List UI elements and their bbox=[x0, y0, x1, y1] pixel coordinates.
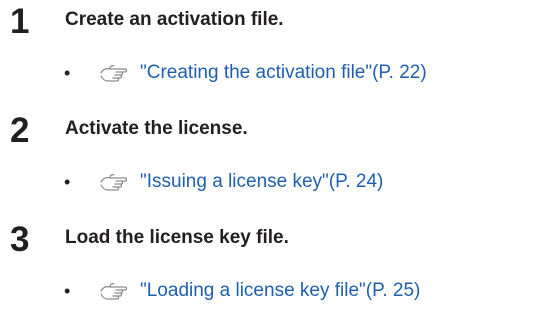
step-title: Create an activation file. bbox=[65, 9, 284, 30]
reference-hand-icon bbox=[100, 283, 128, 300]
bullet-icon: • bbox=[64, 281, 71, 301]
bullet-icon: • bbox=[64, 172, 71, 192]
reference-link[interactable]: "Loading a license key file"(P. 25) bbox=[140, 278, 420, 304]
step-title: Load the license key file. bbox=[65, 227, 289, 248]
step-number: 3 bbox=[10, 220, 30, 259]
reference-link[interactable]: "Issuing a license key"(P. 24) bbox=[140, 169, 383, 195]
reference-hand-icon bbox=[100, 174, 128, 191]
step-number: 1 bbox=[10, 2, 30, 41]
step-title: Activate the license. bbox=[65, 118, 248, 139]
step-number: 2 bbox=[10, 111, 30, 150]
reference-link[interactable]: "Creating the activation file"(P. 22) bbox=[140, 60, 427, 86]
reference-hand-icon bbox=[100, 65, 128, 82]
bullet-icon: • bbox=[64, 63, 71, 83]
